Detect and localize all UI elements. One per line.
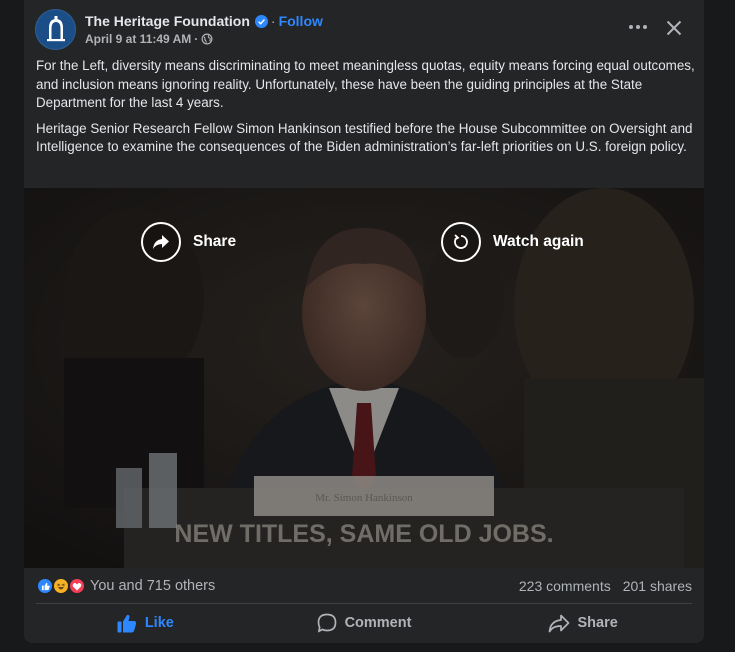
video-share-button[interactable]: Share	[141, 222, 236, 262]
post-paragraph-2: Heritage Senior Research Fellow Simon Ha…	[36, 120, 693, 155]
follow-separator: ·	[270, 13, 276, 29]
close-button[interactable]	[660, 14, 688, 42]
action-bar: Like Comment Share	[36, 606, 692, 640]
name-row: The Heritage Foundation · Follow	[85, 12, 323, 30]
more-dots-icon	[629, 25, 647, 29]
share-icon	[548, 614, 569, 632]
nameplate-text: Mr. Simon Hankinson	[315, 492, 413, 504]
verified-badge-icon	[254, 14, 268, 28]
comments-count[interactable]: 223 comments	[519, 578, 611, 594]
video-share-label: Share	[193, 233, 237, 250]
post-header: The Heritage Foundation · Follow April 9…	[35, 8, 323, 50]
like-button[interactable]: Like	[36, 606, 255, 640]
comment-label: Comment	[344, 615, 412, 631]
post-paragraph-1: For the Left, diversity means discrimina…	[36, 58, 695, 111]
share-arrow-icon	[153, 235, 169, 249]
thumbs-up-icon	[117, 614, 136, 632]
engagement-stats: 223 comments 201 shares	[507, 578, 692, 594]
reaction-count[interactable]: You and 715 others	[90, 578, 215, 594]
love-icon	[68, 577, 86, 595]
liberty-bell-logo-icon	[46, 16, 65, 42]
share-button[interactable]: Share	[473, 606, 692, 640]
comment-icon	[317, 613, 336, 633]
post-card: The Heritage Foundation · Follow April 9…	[24, 0, 704, 643]
follow-button[interactable]: Follow	[279, 12, 323, 30]
share-circle	[141, 222, 181, 262]
watch-again-label: Watch again	[493, 233, 584, 250]
comment-button[interactable]: Comment	[255, 606, 474, 640]
reaction-icons[interactable]	[36, 577, 86, 595]
time-row: April 9 at 11:49 AM ·	[85, 32, 323, 46]
globe-icon[interactable]	[201, 33, 213, 45]
shares-count[interactable]: 201 shares	[623, 578, 692, 594]
actions-divider	[36, 603, 692, 604]
reactions-bar: You and 715 others 223 comments 201 shar…	[36, 576, 692, 596]
replay-circle	[441, 222, 481, 262]
video-player[interactable]: Mr. Simon Hankinson NEW TITLES, SAME OLD…	[24, 188, 704, 568]
post-timestamp[interactable]: April 9 at 11:49 AM	[85, 32, 191, 46]
share-label: Share	[577, 615, 618, 631]
like-label: Like	[144, 615, 174, 631]
video-caption: NEW TITLES, SAME OLD JOBS.	[174, 520, 553, 548]
page-avatar[interactable]	[35, 8, 76, 50]
post-meta: The Heritage Foundation · Follow April 9…	[85, 12, 323, 46]
page-name[interactable]: The Heritage Foundation	[85, 12, 250, 30]
replay-icon	[454, 234, 468, 249]
more-options-button[interactable]	[624, 14, 652, 40]
watch-again-button[interactable]: Watch again	[441, 222, 584, 262]
timestamp-separator: ·	[194, 32, 199, 46]
video-frame: Mr. Simon Hankinson NEW TITLES, SAME OLD…	[24, 188, 704, 568]
close-icon	[666, 20, 682, 36]
post-text: For the Left, diversity means discrimina…	[36, 57, 696, 164]
